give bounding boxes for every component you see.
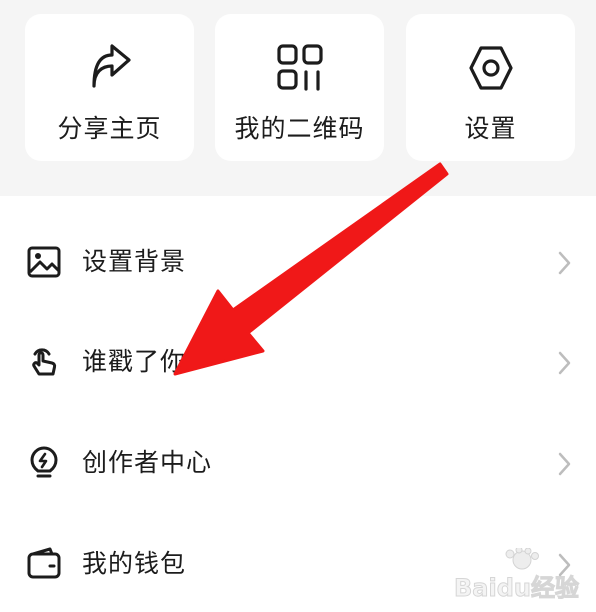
tap-hand-icon bbox=[26, 344, 62, 380]
baidu-watermark: Baidu经验 bbox=[452, 546, 592, 604]
quick-actions-panel: 分享主页 我的二维码 设置 bbox=[0, 0, 596, 196]
my-qrcode-card[interactable]: 我的二维码 bbox=[215, 14, 384, 161]
menu-item-who-poked-you[interactable]: 谁戳了你 bbox=[0, 296, 596, 396]
qrcode-icon bbox=[274, 42, 326, 94]
settings-card[interactable]: 设置 bbox=[406, 14, 575, 161]
wallet-icon bbox=[26, 546, 62, 582]
share-homepage-label: 分享主页 bbox=[57, 114, 162, 143]
lightbulb-icon bbox=[26, 445, 62, 481]
menu-item-set-background[interactable]: 设置背景 bbox=[0, 196, 596, 296]
settings-label: 设置 bbox=[464, 114, 517, 143]
chevron-right-icon bbox=[554, 350, 574, 376]
share-homepage-card[interactable]: 分享主页 bbox=[25, 14, 194, 161]
menu-item-creator-center[interactable]: 创作者中心 bbox=[0, 397, 596, 497]
share-icon bbox=[84, 42, 136, 94]
svg-text:Baidu经验: Baidu经验 bbox=[454, 574, 579, 602]
my-qrcode-label: 我的二维码 bbox=[234, 114, 365, 143]
menu-label-who-poked-you: 谁戳了你 bbox=[82, 347, 187, 376]
menu-label-my-wallet: 我的钱包 bbox=[82, 549, 187, 578]
image-icon bbox=[26, 244, 62, 280]
chevron-right-icon bbox=[554, 250, 574, 276]
menu-label-creator-center: 创作者中心 bbox=[82, 448, 213, 477]
menu-label-set-background: 设置背景 bbox=[82, 247, 187, 276]
chevron-right-icon bbox=[554, 451, 574, 477]
settings-icon bbox=[465, 42, 517, 94]
